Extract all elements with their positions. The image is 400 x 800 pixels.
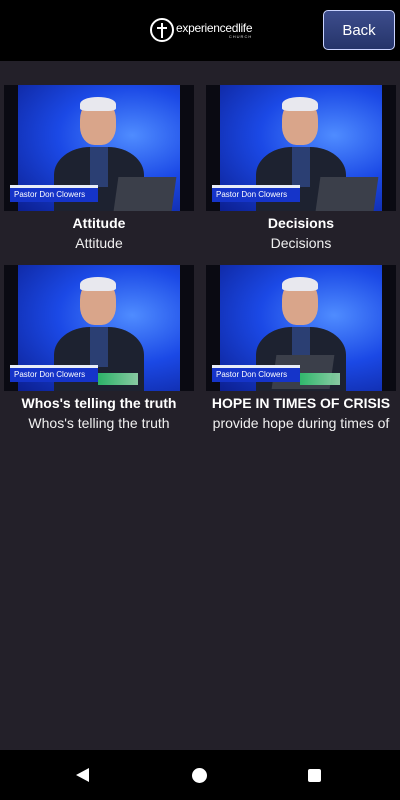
video-card[interactable]: Pastor Don Clowers HOPE IN TIMES OF CRIS… [206,265,396,431]
back-button[interactable]: Back [323,10,395,50]
video-card[interactable]: Pastor Don Clowers Whos's telling the tr… [4,265,194,431]
video-title: Attitude [72,215,126,231]
video-title: Decisions [267,215,335,231]
video-thumbnail[interactable]: Pastor Don Clowers [206,265,396,391]
video-thumbnail[interactable]: Pastor Don Clowers [4,85,194,211]
recents-square-icon[interactable] [308,769,321,782]
video-card[interactable]: Pastor Don Clowers Attitude Attitude [4,85,194,251]
video-title: Whos's telling the truth [21,395,177,411]
video-thumbnail[interactable]: Pastor Don Clowers [4,265,194,391]
top-bar: experiencedlife CHURCH Back [0,0,400,61]
logo-subtext: CHURCH [228,33,253,39]
video-subtitle: Attitude [75,235,123,251]
lower-third-caption: Pastor Don Clowers [212,185,300,202]
video-card[interactable]: Pastor Don Clowers Decisions Decisions [206,85,396,251]
lower-third-caption: Pastor Don Clowers [212,365,300,382]
logo-text: experiencedlife [176,20,253,35]
video-subtitle: Decisions [270,235,332,251]
church-logo: experiencedlife CHURCH [150,16,253,44]
lower-third-caption: Pastor Don Clowers [10,185,98,202]
video-thumbnail[interactable]: Pastor Don Clowers [206,85,396,211]
video-subtitle: provide hope during times of [212,415,390,431]
cross-icon [150,18,174,42]
home-circle-icon[interactable] [192,768,207,783]
system-nav-bar [0,750,400,800]
laptop-icon [113,177,177,211]
video-subtitle: Whos's telling the truth [28,415,170,431]
back-triangle-icon[interactable] [76,768,89,782]
laptop-icon [315,177,379,211]
graphic-strip [98,373,138,385]
graphic-strip [300,373,340,385]
lower-third-caption: Pastor Don Clowers [10,365,98,382]
video-title: HOPE IN TIMES OF CRISIS [211,395,391,411]
